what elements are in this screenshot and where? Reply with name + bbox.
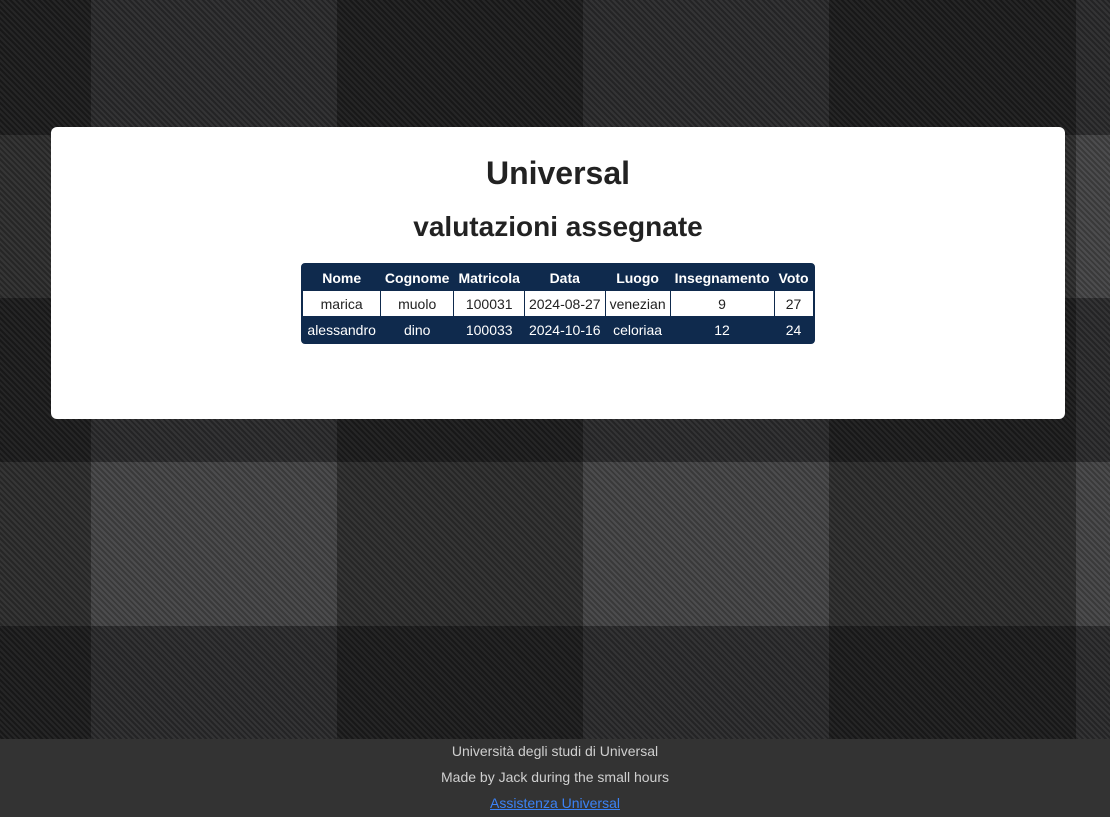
cell-luogo: venezian: [605, 291, 670, 316]
footer-credits: Made by Jack during the small hours: [441, 769, 669, 785]
column-header-data: Data: [524, 265, 605, 290]
page-title: Universal: [485, 155, 631, 191]
cell-data: 2024-08-27: [524, 291, 605, 316]
cell-insegnamento: 9: [670, 291, 774, 316]
cell-cognome: muolo: [380, 291, 454, 316]
table-row: marica muolo 100031 2024-08-27 venezian …: [303, 291, 813, 316]
table-header-row: Nome Cognome Matricola Data Luogo Insegn…: [303, 265, 813, 290]
column-header-voto: Voto: [774, 265, 813, 290]
footer-link-wrap: Assistenza Universal: [0, 791, 1110, 817]
column-header-insegnamento: Insegnamento: [670, 265, 774, 290]
grades-table: Nome Cognome Matricola Data Luogo Insegn…: [301, 263, 815, 344]
page-subtitle: valutazioni assegnate: [413, 211, 703, 242]
cell-matricola: 100033: [454, 317, 524, 342]
table-row: alessandro dino 100033 2024-10-16 celori…: [303, 317, 813, 342]
table-container: Nome Cognome Matricola Data Luogo Insegn…: [51, 263, 1065, 344]
cell-nome: alessandro: [303, 317, 380, 342]
cell-matricola: 100031: [454, 291, 524, 316]
column-header-luogo: Luogo: [605, 265, 670, 290]
column-header-matricola: Matricola: [454, 265, 524, 290]
column-header-cognome: Cognome: [380, 265, 454, 290]
cell-cognome: dino: [380, 317, 454, 342]
column-header-nome: Nome: [303, 265, 380, 290]
cell-voto: 24: [774, 317, 813, 342]
footer-university: Università degli studi di Universal: [451, 743, 659, 759]
main-card: Universal valutazioni assegnate Nome Cog…: [51, 127, 1065, 419]
cell-luogo: celoriaa: [605, 317, 670, 342]
cell-voto: 27: [774, 291, 813, 316]
cell-data: 2024-10-16: [524, 317, 605, 342]
page-footer: Università degli studi di Universal Made…: [0, 739, 1110, 817]
support-link[interactable]: Assistenza Universal: [490, 795, 620, 811]
cell-nome: marica: [303, 291, 380, 316]
cell-insegnamento: 12: [670, 317, 774, 342]
